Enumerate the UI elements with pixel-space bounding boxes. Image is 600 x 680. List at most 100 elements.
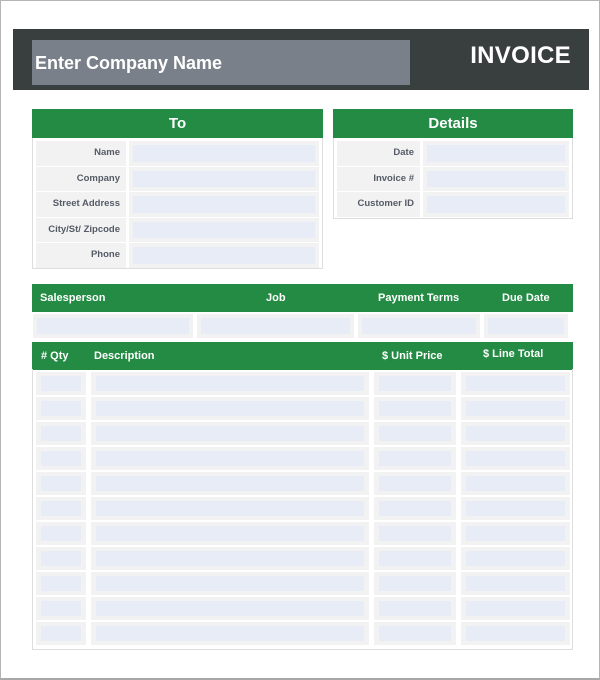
table-cell bbox=[35, 621, 87, 646]
table-cell bbox=[460, 396, 571, 421]
qty-input[interactable] bbox=[41, 526, 81, 541]
table-cell bbox=[460, 596, 571, 621]
qty-input[interactable] bbox=[41, 476, 81, 491]
description-input[interactable] bbox=[96, 576, 364, 591]
table-cell bbox=[35, 396, 87, 421]
due-date-input[interactable] bbox=[488, 318, 564, 334]
description-input[interactable] bbox=[96, 526, 364, 541]
table-cell bbox=[460, 421, 571, 446]
line-total-input[interactable] bbox=[466, 501, 565, 516]
line-total-input[interactable] bbox=[466, 551, 565, 566]
line-total-input[interactable] bbox=[466, 451, 565, 466]
table-cell bbox=[373, 496, 457, 521]
to-field-row: Phone bbox=[33, 242, 322, 268]
unit-price-input[interactable] bbox=[379, 401, 451, 416]
unit-price-input[interactable] bbox=[379, 551, 451, 566]
line-total-input[interactable] bbox=[466, 401, 565, 416]
qty-input[interactable] bbox=[41, 376, 81, 391]
table-cell bbox=[35, 521, 87, 546]
unit-price-input[interactable] bbox=[379, 526, 451, 541]
table-cell bbox=[373, 396, 457, 421]
table-row bbox=[35, 571, 571, 596]
column-header-salesperson: Salesperson bbox=[40, 292, 106, 304]
line-total-input[interactable] bbox=[466, 426, 565, 441]
job-input[interactable] bbox=[201, 318, 350, 334]
table-row bbox=[35, 596, 571, 621]
customer-id-input[interactable] bbox=[427, 196, 565, 213]
qty-input[interactable] bbox=[41, 551, 81, 566]
payment-terms-input[interactable] bbox=[362, 318, 476, 334]
table-cell bbox=[90, 546, 370, 571]
line-total-input[interactable] bbox=[466, 476, 565, 491]
to-field-label: Name bbox=[36, 141, 126, 166]
line-total-input[interactable] bbox=[466, 376, 565, 391]
description-input[interactable] bbox=[96, 376, 364, 391]
invoice-title: INVOICE bbox=[470, 42, 571, 69]
unit-price-input[interactable] bbox=[379, 376, 451, 391]
description-input[interactable] bbox=[96, 426, 364, 441]
table-row bbox=[35, 496, 571, 521]
table-cell bbox=[35, 421, 87, 446]
table-cell bbox=[373, 621, 457, 646]
details-panel: Details Date Invoice # Customer ID bbox=[333, 109, 573, 219]
phone-input[interactable] bbox=[133, 247, 315, 264]
to-panel: To Name Company Street Address City/St/ … bbox=[32, 109, 323, 269]
table-cell bbox=[460, 546, 571, 571]
date-input[interactable] bbox=[427, 145, 565, 162]
items-table-body bbox=[32, 369, 573, 650]
column-header-description: Description bbox=[94, 350, 155, 362]
unit-price-input[interactable] bbox=[379, 626, 451, 641]
table-cell bbox=[373, 421, 457, 446]
table-cell bbox=[373, 371, 457, 396]
name-input[interactable] bbox=[133, 145, 315, 162]
description-input[interactable] bbox=[96, 401, 364, 416]
qty-input[interactable] bbox=[41, 576, 81, 591]
qty-input[interactable] bbox=[41, 626, 81, 641]
to-field-row: Company bbox=[33, 166, 322, 191]
table-cell bbox=[35, 571, 87, 596]
description-input[interactable] bbox=[96, 626, 364, 641]
table-cell bbox=[90, 621, 370, 646]
invoice-document: Enter Company Name INVOICE To Name Compa… bbox=[0, 0, 600, 680]
qty-input[interactable] bbox=[41, 401, 81, 416]
company-input[interactable] bbox=[133, 170, 315, 187]
salesperson-input[interactable] bbox=[37, 318, 189, 334]
unit-price-input[interactable] bbox=[379, 576, 451, 591]
description-input[interactable] bbox=[96, 451, 364, 466]
details-panel-title: Details bbox=[333, 109, 573, 138]
description-input[interactable] bbox=[96, 501, 364, 516]
description-input[interactable] bbox=[96, 476, 364, 491]
line-total-input[interactable] bbox=[466, 526, 565, 541]
line-total-input[interactable] bbox=[466, 626, 565, 641]
unit-price-input[interactable] bbox=[379, 601, 451, 616]
unit-price-input[interactable] bbox=[379, 426, 451, 441]
details-field-label: Customer ID bbox=[337, 192, 420, 217]
to-field-label: Phone bbox=[36, 243, 126, 268]
table-cell bbox=[35, 446, 87, 471]
description-input[interactable] bbox=[96, 551, 364, 566]
company-name-field[interactable]: Enter Company Name bbox=[32, 40, 410, 85]
to-field-label: City/St/ Zipcode bbox=[36, 217, 126, 242]
city-state-zip-input[interactable] bbox=[133, 221, 315, 238]
qty-input[interactable] bbox=[41, 426, 81, 441]
to-field-row: Street Address bbox=[33, 191, 322, 217]
column-header-qty: # Qty bbox=[41, 350, 69, 362]
column-header-due-date: Due Date bbox=[502, 292, 550, 304]
details-field-row: Date bbox=[334, 140, 572, 166]
table-cell bbox=[373, 546, 457, 571]
line-total-input[interactable] bbox=[466, 601, 565, 616]
street-address-input[interactable] bbox=[133, 196, 315, 213]
qty-input[interactable] bbox=[41, 601, 81, 616]
column-header-line-total: $ Line Total bbox=[483, 348, 544, 360]
qty-input[interactable] bbox=[41, 501, 81, 516]
unit-price-input[interactable] bbox=[379, 476, 451, 491]
description-input[interactable] bbox=[96, 601, 364, 616]
unit-price-input[interactable] bbox=[379, 451, 451, 466]
table-row bbox=[35, 371, 571, 396]
unit-price-input[interactable] bbox=[379, 501, 451, 516]
to-field-label: Street Address bbox=[36, 192, 126, 217]
items-table-header: # Qty Description $ Unit Price $ Line To… bbox=[32, 342, 573, 370]
qty-input[interactable] bbox=[41, 451, 81, 466]
line-total-input[interactable] bbox=[466, 576, 565, 591]
invoice-number-input[interactable] bbox=[427, 170, 565, 187]
